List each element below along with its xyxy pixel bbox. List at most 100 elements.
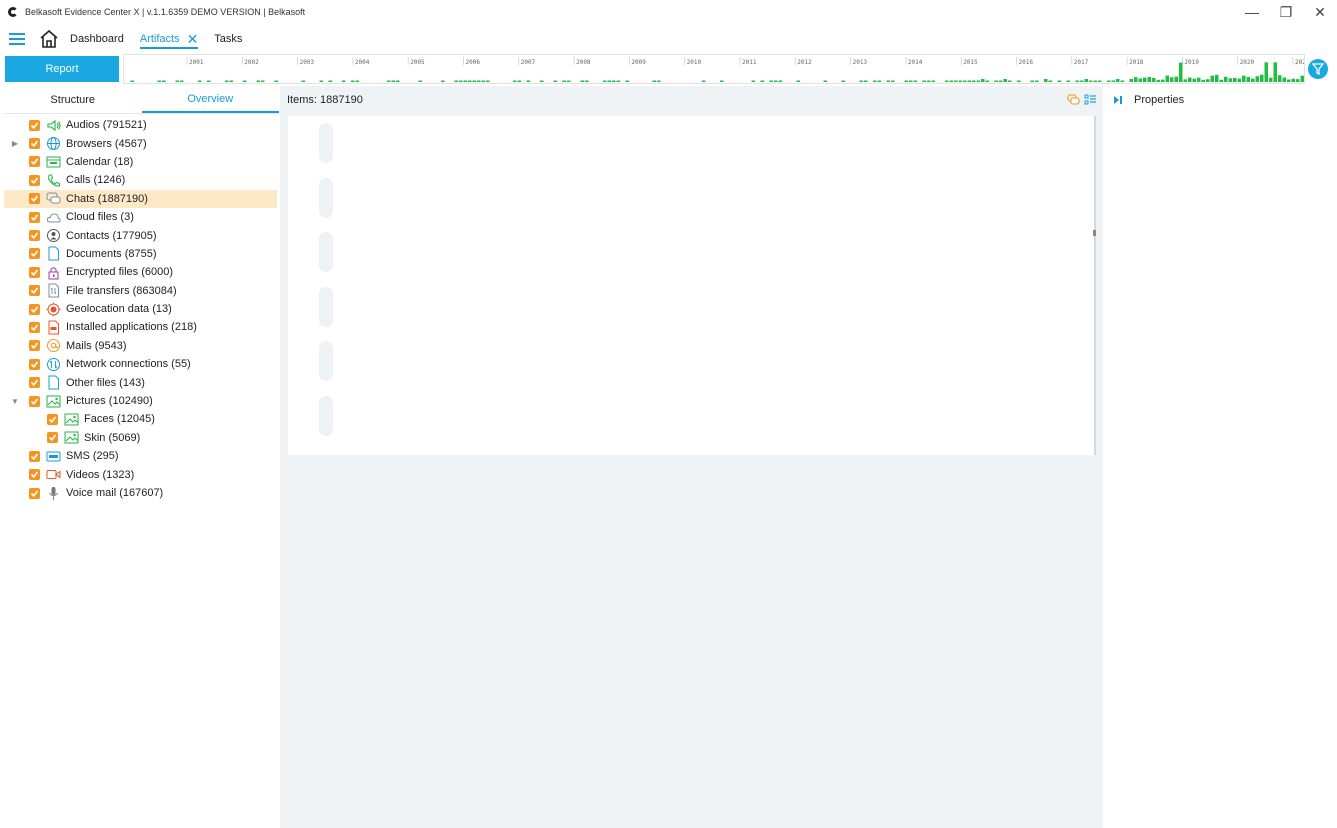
chat-view-icon[interactable] — [1067, 94, 1080, 106]
timeline-bar — [891, 80, 895, 82]
tree-item[interactable]: Installed applications (218) — [4, 318, 279, 336]
window-title: Belkasoft Evidence Center X | v.1.1.6359… — [25, 7, 306, 17]
expand-panel-icon[interactable] — [1113, 95, 1123, 105]
tree-item[interactable]: Chats (1887190) — [4, 189, 277, 208]
timeline-bar — [130, 80, 134, 82]
minimize-button[interactable]: — — [1235, 0, 1269, 24]
timeline-bar — [301, 80, 305, 82]
properties-header[interactable]: Properties — [1104, 86, 1337, 113]
timeline-bar — [1228, 78, 1232, 82]
tree-checkbox[interactable] — [29, 119, 40, 131]
tree-checkbox[interactable] — [29, 156, 40, 168]
tree-checkbox[interactable] — [29, 358, 40, 370]
tree-checkbox[interactable] — [47, 432, 58, 444]
tree-checkbox[interactable] — [29, 211, 40, 223]
tree-checkbox[interactable] — [29, 230, 40, 242]
timeline-year-label: 2018 — [1129, 59, 1144, 66]
loading-placeholder — [319, 178, 333, 218]
items-header: Items: 1887190 — [280, 86, 1103, 113]
tree-checkbox[interactable] — [29, 321, 40, 333]
chat-list-area[interactable] — [288, 116, 1096, 455]
tree-item[interactable]: Voice mail (167607) — [4, 484, 279, 502]
file-icon — [46, 375, 61, 390]
collapse-arrow-icon[interactable]: ▼ — [10, 397, 20, 406]
home-icon[interactable] — [39, 29, 59, 49]
tree-item[interactable]: ▼ Pictures (102490) — [4, 392, 279, 410]
list-view-icon[interactable] — [1084, 94, 1097, 106]
tree-item[interactable]: SMS (295) — [4, 447, 279, 465]
tree-checkbox[interactable] — [29, 395, 40, 407]
report-button[interactable]: Report — [5, 56, 119, 82]
tree-checkbox[interactable] — [29, 487, 40, 499]
video-icon — [46, 467, 61, 482]
timeline-bar — [616, 80, 620, 82]
timeline-year-label: 2002 — [244, 59, 259, 66]
tree-checkbox[interactable] — [29, 377, 40, 389]
tree-checkbox[interactable] — [29, 193, 40, 205]
scrollbar-thumb[interactable] — [1093, 230, 1096, 236]
timeline-bar — [1098, 80, 1102, 82]
tree-item[interactable]: ▶ Browsers (4567) — [4, 134, 279, 152]
timeline-chart[interactable]: 2001 2002 2003 2004 2005 2006 2007 2008 2009 2010… — [123, 54, 1305, 84]
tree-item-label: Audios (791521) — [66, 119, 147, 132]
tab-overview[interactable]: Overview — [141, 86, 279, 113]
timeline-bar — [1170, 77, 1174, 82]
timeline-year-label: 2006 — [466, 59, 481, 66]
tree-item[interactable]: Calls (1246) — [4, 171, 279, 189]
tree-item[interactable]: Cloud files (3) — [4, 208, 279, 226]
tree-checkbox[interactable] — [29, 138, 40, 150]
tree-item[interactable]: Contacts (177905) — [4, 226, 279, 244]
tree-checkbox[interactable] — [29, 174, 40, 186]
close-tab-icon[interactable]: ✕ — [187, 32, 199, 46]
close-window-button[interactable]: ✕ — [1303, 0, 1337, 24]
timeline-bar — [958, 80, 962, 82]
timeline-bar — [1093, 80, 1097, 82]
tree-item[interactable]: Geolocation data (13) — [4, 300, 279, 318]
restore-button[interactable]: ❐ — [1269, 0, 1303, 24]
tree-checkbox[interactable] — [29, 469, 40, 481]
timeline-bar — [1107, 80, 1111, 82]
tree-checkbox[interactable] — [29, 266, 40, 278]
calendar-icon — [46, 154, 61, 169]
tree-item[interactable]: Mails (9543) — [4, 337, 279, 355]
timeline-year-label: 2007 — [521, 59, 536, 66]
timeline-bar — [1192, 78, 1196, 82]
tree-checkbox[interactable] — [29, 450, 40, 462]
timeline-bar — [976, 80, 980, 82]
timeline-bar — [567, 80, 571, 82]
tree-item[interactable]: Documents (8755) — [4, 245, 279, 263]
filter-button[interactable] — [1308, 59, 1328, 79]
app-icon — [46, 320, 61, 335]
timeline-year-label: 2009 — [631, 59, 646, 66]
timeline-bar — [1219, 79, 1223, 82]
tree-child-item[interactable]: Faces (12045) — [4, 410, 279, 428]
tree-checkbox[interactable] — [29, 285, 40, 297]
tab-dashboard[interactable]: Dashboard — [70, 29, 124, 49]
tree-item[interactable]: Videos (1323) — [4, 465, 279, 483]
tree-item[interactable]: File transfers (863084) — [4, 282, 279, 300]
timeline-bar — [985, 80, 989, 82]
tab-structure[interactable]: Structure — [4, 86, 142, 113]
expand-arrow-icon[interactable]: ▶ — [10, 139, 20, 148]
tree-checkbox[interactable] — [47, 413, 58, 425]
filter-icon — [1312, 63, 1324, 75]
tree-item[interactable]: Calendar (18) — [4, 153, 279, 171]
tree-child-item[interactable]: Skin (5069) — [4, 429, 279, 447]
tree-item[interactable]: Encrypted files (6000) — [4, 263, 279, 281]
timeline-year-label: 2010 — [687, 59, 702, 66]
tree-checkbox[interactable] — [29, 303, 40, 315]
menu-icon[interactable] — [9, 33, 25, 45]
timeline-year-label: 2001 — [189, 59, 204, 66]
tree-item[interactable]: Other files (143) — [4, 373, 279, 391]
tree-checkbox[interactable] — [29, 340, 40, 352]
vertical-scrollbar[interactable] — [1094, 116, 1096, 455]
tab-tasks[interactable]: Tasks — [214, 29, 242, 49]
timeline-bar — [927, 80, 931, 82]
timeline-year-label: 2017 — [1074, 59, 1089, 66]
loading-placeholder — [319, 341, 333, 381]
tab-artifacts[interactable]: Artifacts ✕ — [139, 29, 199, 49]
tree-item[interactable]: Network connections (55) — [4, 355, 279, 373]
tree-item[interactable]: Audios (791521) — [4, 116, 279, 134]
tree-checkbox[interactable] — [29, 248, 40, 260]
tree-item-label: Chats (1887190) — [66, 192, 148, 205]
